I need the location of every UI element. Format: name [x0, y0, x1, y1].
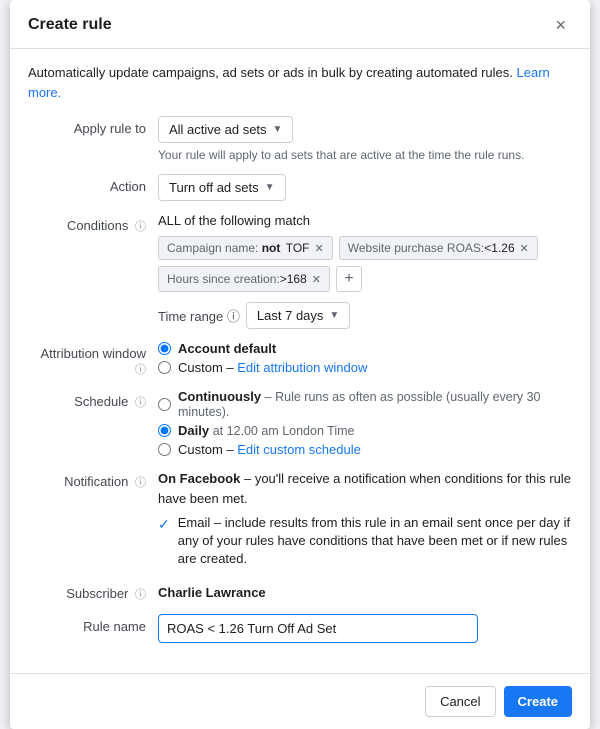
close-button[interactable]: × — [549, 14, 572, 36]
subscriber-content: Charlie Lawrance — [158, 581, 572, 600]
schedule-label-2[interactable]: Daily at 12.00 am London Time — [178, 423, 354, 438]
schedule-label: Schedule ⓘ — [28, 389, 158, 410]
conditions-header: ALL of the following match — [158, 213, 572, 228]
subscriber-name: Charlie Lawrance — [158, 581, 572, 600]
schedule-label-1[interactable]: Continuously – Rule runs as often as pos… — [178, 389, 572, 419]
apply-rule-arrow-icon: ▼ — [273, 124, 283, 135]
attribution-option-1: Account default — [158, 341, 572, 356]
modal-title: Create rule — [28, 16, 112, 34]
subscriber-label: Subscriber ⓘ — [28, 581, 158, 602]
rule-name-content — [158, 614, 572, 643]
modal-footer: Cancel Create — [10, 673, 590, 729]
create-button[interactable]: Create — [504, 686, 572, 717]
schedule-radio-group: Continuously – Rule runs as often as pos… — [158, 389, 572, 457]
subscriber-info-icon: ⓘ — [135, 589, 146, 601]
tag1-close-icon[interactable]: ✕ — [315, 242, 324, 255]
attribution-radio-2[interactable] — [158, 361, 171, 374]
schedule-radio-1[interactable] — [158, 398, 171, 411]
tag3-close-icon[interactable]: ✕ — [312, 273, 321, 286]
schedule-radio-2[interactable] — [158, 424, 171, 437]
rule-name-label: Rule name — [28, 614, 158, 634]
attribution-label-1[interactable]: Account default — [178, 341, 276, 356]
attribution-row: Attribution window ⓘ Account default Cus… — [28, 341, 572, 377]
action-row: Action Turn off ad sets ▼ — [28, 174, 572, 201]
time-range-dropdown[interactable]: Last 7 days ▼ — [246, 302, 350, 329]
tag3-name: Hours since creation: — [167, 272, 280, 286]
action-content: Turn off ad sets ▼ — [158, 174, 572, 201]
modal-header: Create rule × — [10, 0, 590, 49]
condition-tag-2: Website purchase ROAS: < 1.26 ✕ — [339, 236, 538, 260]
tag1-value: TOF — [282, 241, 309, 255]
rule-name-row: Rule name — [28, 614, 572, 643]
modal-body: Automatically update campaigns, ad sets … — [10, 49, 590, 669]
attribution-radio-group: Account default Custom – Edit attributio… — [158, 341, 572, 375]
tag2-value: 1.26 — [491, 241, 514, 255]
schedule-row: Schedule ⓘ Continuously – Rule runs as o… — [28, 389, 572, 457]
time-range-arrow-icon: ▼ — [329, 310, 339, 321]
action-label: Action — [28, 174, 158, 194]
schedule-radio-3[interactable] — [158, 443, 171, 456]
condition-tags: Campaign name: not TOF ✕ Website purchas… — [158, 236, 572, 292]
attribution-label: Attribution window ⓘ — [28, 341, 158, 377]
time-range-row: Time range ⓘ Last 7 days ▼ — [158, 302, 572, 329]
schedule-option-3: Custom – Edit custom schedule — [158, 442, 572, 457]
apply-rule-hint: Your rule will apply to ad sets that are… — [158, 148, 572, 162]
conditions-row: Conditions ⓘ ALL of the following match … — [28, 213, 572, 329]
apply-rule-label: Apply rule to — [28, 116, 158, 136]
attribution-info-icon: ⓘ — [135, 364, 146, 376]
attribution-option-2: Custom – Edit attribution window — [158, 360, 572, 375]
conditions-label: Conditions ⓘ — [28, 213, 158, 234]
edit-attribution-link[interactable]: Edit attribution window — [237, 360, 367, 375]
email-checkmark-icon: ✓ — [158, 515, 170, 535]
time-range-label: Time range ⓘ — [158, 306, 240, 325]
notification-text: On Facebook – you'll receive a notificat… — [158, 469, 572, 508]
tag2-name: Website purchase ROAS: — [348, 241, 485, 255]
attribution-content: Account default Custom – Edit attributio… — [158, 341, 572, 375]
conditions-content: ALL of the following match Campaign name… — [158, 213, 572, 329]
edit-schedule-link[interactable]: Edit custom schedule — [237, 442, 361, 457]
tag1-name: Campaign name: — [167, 241, 258, 255]
notification-info-icon: ⓘ — [135, 477, 146, 489]
subscriber-row: Subscriber ⓘ Charlie Lawrance — [28, 581, 572, 602]
action-dropdown[interactable]: Turn off ad sets ▼ — [158, 174, 286, 201]
schedule-option-2: Daily at 12.00 am London Time — [158, 423, 572, 438]
condition-tag-3: Hours since creation: > 168 ✕ — [158, 266, 330, 292]
email-check-text: – include results from this rule in an e… — [178, 515, 570, 566]
time-range-info-icon: ⓘ — [227, 309, 240, 324]
schedule-option-1: Continuously – Rule runs as often as pos… — [158, 389, 572, 419]
apply-rule-dropdown[interactable]: All active ad sets ▼ — [158, 116, 293, 143]
tag3-value: 168 — [287, 272, 307, 286]
tag3-op: > — [280, 272, 287, 286]
rule-name-input[interactable] — [158, 614, 478, 643]
apply-rule-content: All active ad sets ▼ Your rule will appl… — [158, 116, 572, 162]
notification-content: On Facebook – you'll receive a notificat… — [158, 469, 572, 569]
notification-row: Notification ⓘ On Facebook – you'll rece… — [28, 469, 572, 569]
apply-rule-row: Apply rule to All active ad sets ▼ Your … — [28, 116, 572, 162]
attribution-radio-1[interactable] — [158, 342, 171, 355]
attribution-label-2[interactable]: Custom – Edit attribution window — [178, 360, 367, 375]
schedule-content: Continuously – Rule runs as often as pos… — [158, 389, 572, 457]
email-check-row: ✓ Email – include results from this rule… — [158, 514, 572, 569]
conditions-info-icon: ⓘ — [135, 221, 146, 233]
create-rule-modal: Create rule × Automatically update campa… — [10, 0, 590, 729]
description-text: Automatically update campaigns, ad sets … — [28, 63, 572, 102]
action-arrow-icon: ▼ — [265, 182, 275, 193]
schedule-label-3[interactable]: Custom – Edit custom schedule — [178, 442, 361, 457]
tag2-op: < — [484, 241, 491, 255]
email-check-bold: Email — [178, 515, 211, 530]
schedule-info-icon: ⓘ — [135, 397, 146, 409]
tag2-close-icon[interactable]: ✕ — [520, 242, 529, 255]
cancel-button[interactable]: Cancel — [425, 686, 495, 717]
tag1-not: not — [258, 241, 280, 255]
notification-label: Notification ⓘ — [28, 469, 158, 490]
add-condition-button[interactable]: + — [336, 266, 362, 292]
condition-tag-1: Campaign name: not TOF ✕ — [158, 236, 333, 260]
